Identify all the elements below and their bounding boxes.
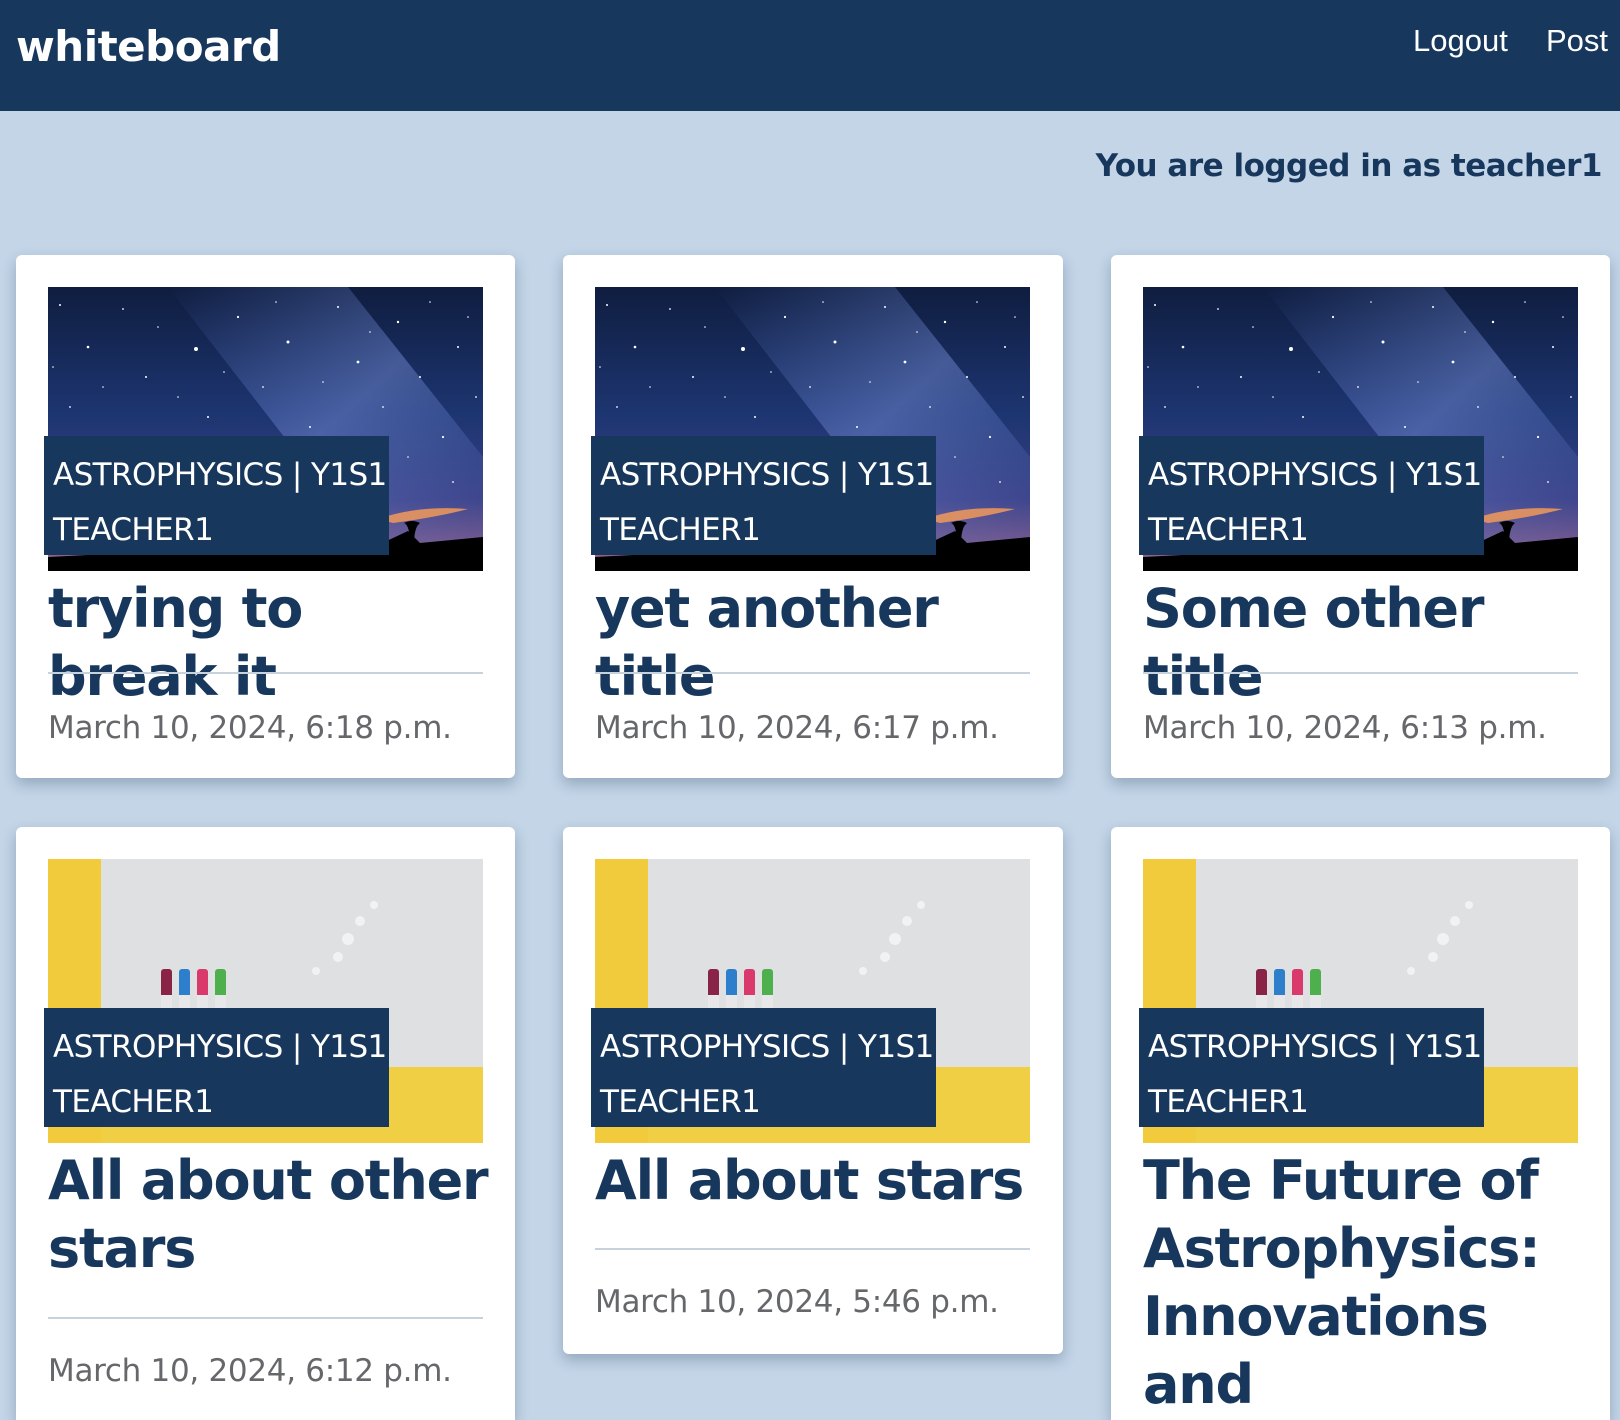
navbar: whiteboard Logout Post <box>0 0 1620 111</box>
post-author: TEACHER1 <box>53 512 214 548</box>
post-author: TEACHER1 <box>53 1084 214 1120</box>
post-meta-badge: ASTROPHYSICS | Y1S1 TEACHER1 <box>44 436 389 555</box>
logout-link[interactable]: Logout <box>1413 23 1508 59</box>
post-card[interactable]: ASTROPHYSICS | Y1S1 TEACHER1 All about s… <box>563 827 1063 1354</box>
post-category: ASTROPHYSICS | Y1S1 <box>1148 457 1482 493</box>
post-meta-badge: ASTROPHYSICS | Y1S1 TEACHER1 <box>1139 436 1484 555</box>
post-meta-badge: ASTROPHYSICS | Y1S1 TEACHER1 <box>1139 1008 1484 1127</box>
divider <box>595 1248 1030 1250</box>
post-card[interactable]: ASTROPHYSICS | Y1S1 TEACHER1 All about o… <box>16 827 515 1420</box>
post-card[interactable]: ASTROPHYSICS | Y1S1 TEACHER1 The Future … <box>1111 827 1610 1420</box>
post-category: ASTROPHYSICS | Y1S1 <box>600 1029 934 1065</box>
post-category: ASTROPHYSICS | Y1S1 <box>53 457 387 493</box>
post-date: March 10, 2024, 6:18 p.m. <box>48 710 452 746</box>
post-date: March 10, 2024, 5:46 p.m. <box>595 1284 999 1320</box>
divider <box>1143 672 1578 674</box>
post-meta-badge: ASTROPHYSICS | Y1S1 TEACHER1 <box>591 1008 936 1127</box>
post-card[interactable]: ASTROPHYSICS | Y1S1 TEACHER1 yet another… <box>563 255 1063 778</box>
post-author: TEACHER1 <box>1148 512 1309 548</box>
brand-logo[interactable]: whiteboard <box>16 22 281 71</box>
post-card[interactable]: ASTROPHYSICS | Y1S1 TEACHER1 Some other … <box>1111 255 1610 778</box>
post-category: ASTROPHYSICS | Y1S1 <box>1148 1029 1482 1065</box>
post-category: ASTROPHYSICS | Y1S1 <box>53 1029 387 1065</box>
divider <box>48 1317 483 1319</box>
divider <box>48 672 483 674</box>
post-title[interactable]: trying to break it <box>48 575 488 711</box>
post-title[interactable]: All about other stars <box>48 1147 489 1283</box>
post-card[interactable]: ASTROPHYSICS | Y1S1 TEACHER1 trying to b… <box>16 255 515 778</box>
login-status: You are logged in as teacher1 <box>1095 148 1603 184</box>
post-date: March 10, 2024, 6:13 p.m. <box>1143 710 1547 746</box>
post-category: ASTROPHYSICS | Y1S1 <box>600 457 934 493</box>
post-link[interactable]: Post <box>1546 23 1608 59</box>
post-title[interactable]: All about stars <box>595 1147 1035 1215</box>
post-meta-badge: ASTROPHYSICS | Y1S1 TEACHER1 <box>44 1008 389 1127</box>
post-meta-badge: ASTROPHYSICS | Y1S1 TEACHER1 <box>591 436 936 555</box>
post-author: TEACHER1 <box>600 1084 761 1120</box>
post-title[interactable]: The Future of Astrophysics: Innovations … <box>1143 1147 1593 1420</box>
post-author: TEACHER1 <box>1148 1084 1309 1120</box>
post-title[interactable]: Some other title <box>1143 575 1583 711</box>
divider <box>595 672 1030 674</box>
post-author: TEACHER1 <box>600 512 761 548</box>
post-date: March 10, 2024, 6:17 p.m. <box>595 710 999 746</box>
post-title[interactable]: yet another title <box>595 575 1035 711</box>
post-date: March 10, 2024, 6:12 p.m. <box>48 1353 452 1389</box>
